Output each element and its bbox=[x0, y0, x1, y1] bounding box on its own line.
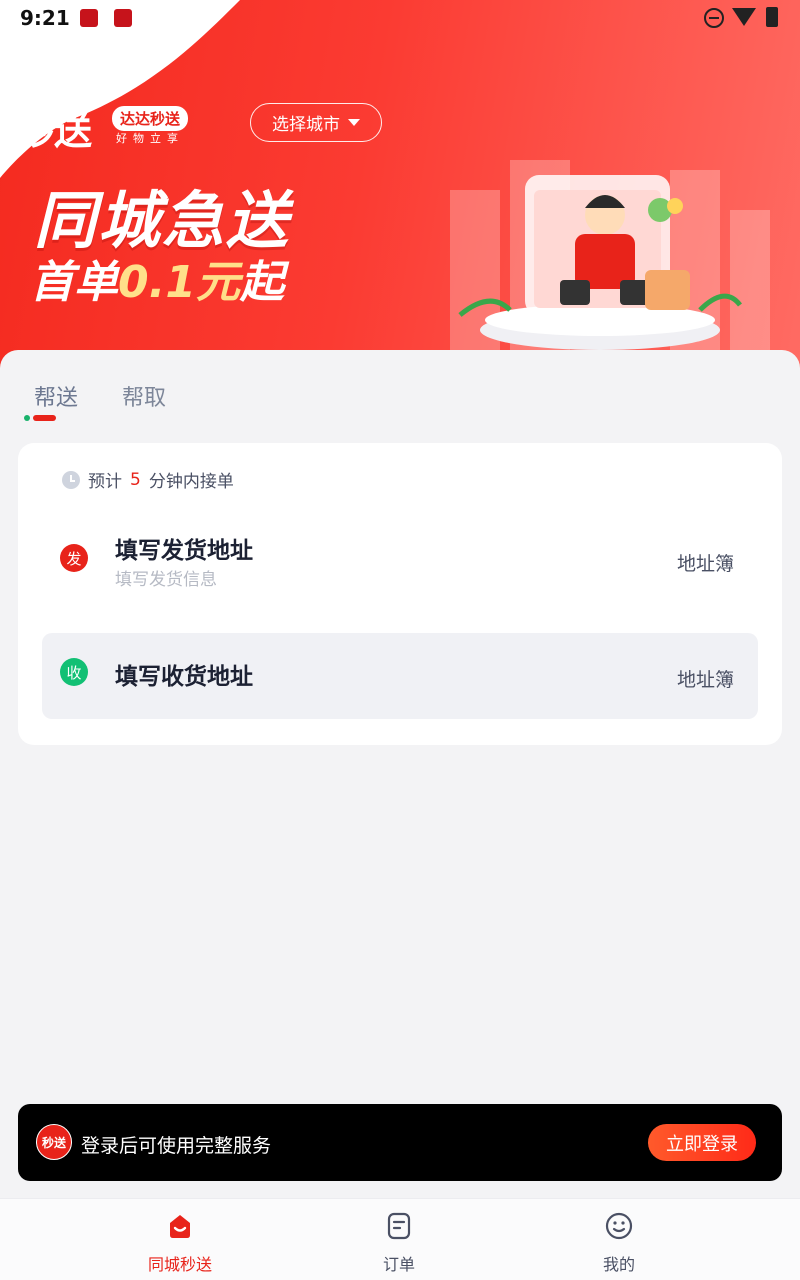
hero-subtitle-prefix: 首单 bbox=[30, 257, 118, 308]
nav-orders[interactable]: 订单 bbox=[339, 1211, 459, 1275]
status-bar: 9:21 bbox=[0, 0, 800, 36]
eta-prefix: 预计 bbox=[88, 472, 122, 492]
bottom-navigation: 同城秒送 订单 我的 bbox=[0, 1198, 800, 1280]
receiver-address-book-link[interactable]: 地址簿 bbox=[677, 665, 734, 692]
caret-down-icon bbox=[348, 119, 360, 126]
receiver-address-row[interactable]: 收 填写收货地址 地址簿 bbox=[42, 633, 758, 719]
nav-home-label: 同城秒送 bbox=[147, 1255, 212, 1274]
tab-indicator-bar bbox=[33, 415, 56, 421]
smiley-profile-icon bbox=[605, 1212, 633, 1240]
app-logo-slogan: 好物立享 bbox=[116, 132, 184, 145]
login-now-button[interactable]: 立即登录 bbox=[648, 1124, 756, 1161]
tab-indicator-dot bbox=[24, 415, 30, 421]
tab-send-for-me[interactable]: 帮送 bbox=[34, 380, 78, 412]
nav-home[interactable]: 同城秒送 bbox=[120, 1211, 240, 1275]
sender-address-hint: 填写发货信息 bbox=[115, 570, 217, 590]
receiver-address-title: 填写收货地址 bbox=[115, 664, 253, 690]
eta-minutes: 5 bbox=[130, 469, 141, 490]
status-time: 9:21 bbox=[20, 6, 70, 30]
gallery-notification-icon bbox=[80, 9, 98, 27]
eta-notice: 预计 5 分钟内接单 bbox=[62, 467, 234, 492]
login-app-logo-icon: 秒送 bbox=[36, 1124, 72, 1160]
sender-address-book-link[interactable]: 地址簿 bbox=[677, 549, 734, 576]
sender-address-title: 填写发货地址 bbox=[115, 538, 253, 564]
order-list-icon bbox=[387, 1212, 411, 1240]
hero-subtitle: 首单0.1元起 bbox=[30, 246, 284, 310]
app-notification-icon bbox=[114, 9, 132, 27]
select-city-label: 选择城市 bbox=[272, 115, 340, 135]
courier-mascot-illustration bbox=[458, 175, 742, 350]
address-card: 预计 5 分钟内接单 发 填写发货地址 填写发货信息 地址簿 收 填写收货地址 … bbox=[18, 443, 782, 745]
clock-icon bbox=[62, 470, 80, 489]
nav-profile[interactable]: 我的 bbox=[559, 1211, 679, 1275]
app-logo-badge: 达达秒送 bbox=[112, 106, 189, 131]
nav-profile-label: 我的 bbox=[602, 1255, 635, 1274]
header-banner: 9:21 秒送 达达秒送 好物立享 选择城市 同城急送 首单0.1元起 bbox=[0, 0, 800, 370]
nav-orders-label: 订单 bbox=[382, 1255, 415, 1274]
mode-tabs: 帮送 帮取 bbox=[34, 380, 166, 412]
sender-address-row[interactable]: 发 填写发货地址 填写发货信息 地址簿 bbox=[42, 523, 758, 603]
receive-badge-icon: 收 bbox=[60, 658, 88, 686]
do-not-disturb-icon bbox=[704, 8, 724, 28]
send-badge-icon: 发 bbox=[60, 544, 88, 572]
eta-suffix: 分钟内接单 bbox=[148, 472, 234, 492]
tab-pick-up-for-me[interactable]: 帮取 bbox=[122, 380, 166, 412]
app-logo-text: 秒送 bbox=[18, 109, 92, 153]
wifi-icon bbox=[732, 8, 756, 26]
select-city-button[interactable]: 选择城市 bbox=[250, 103, 382, 142]
home-bag-icon bbox=[170, 1215, 190, 1238]
battery-icon bbox=[766, 7, 778, 27]
login-prompt-text: 登录后可使用完整服务 bbox=[81, 1135, 272, 1157]
login-prompt-bar: 秒送 登录后可使用完整服务 立即登录 bbox=[18, 1104, 782, 1181]
hero-subtitle-price: 0.1元 bbox=[118, 257, 240, 308]
hero-subtitle-suffix: 起 bbox=[239, 257, 284, 308]
